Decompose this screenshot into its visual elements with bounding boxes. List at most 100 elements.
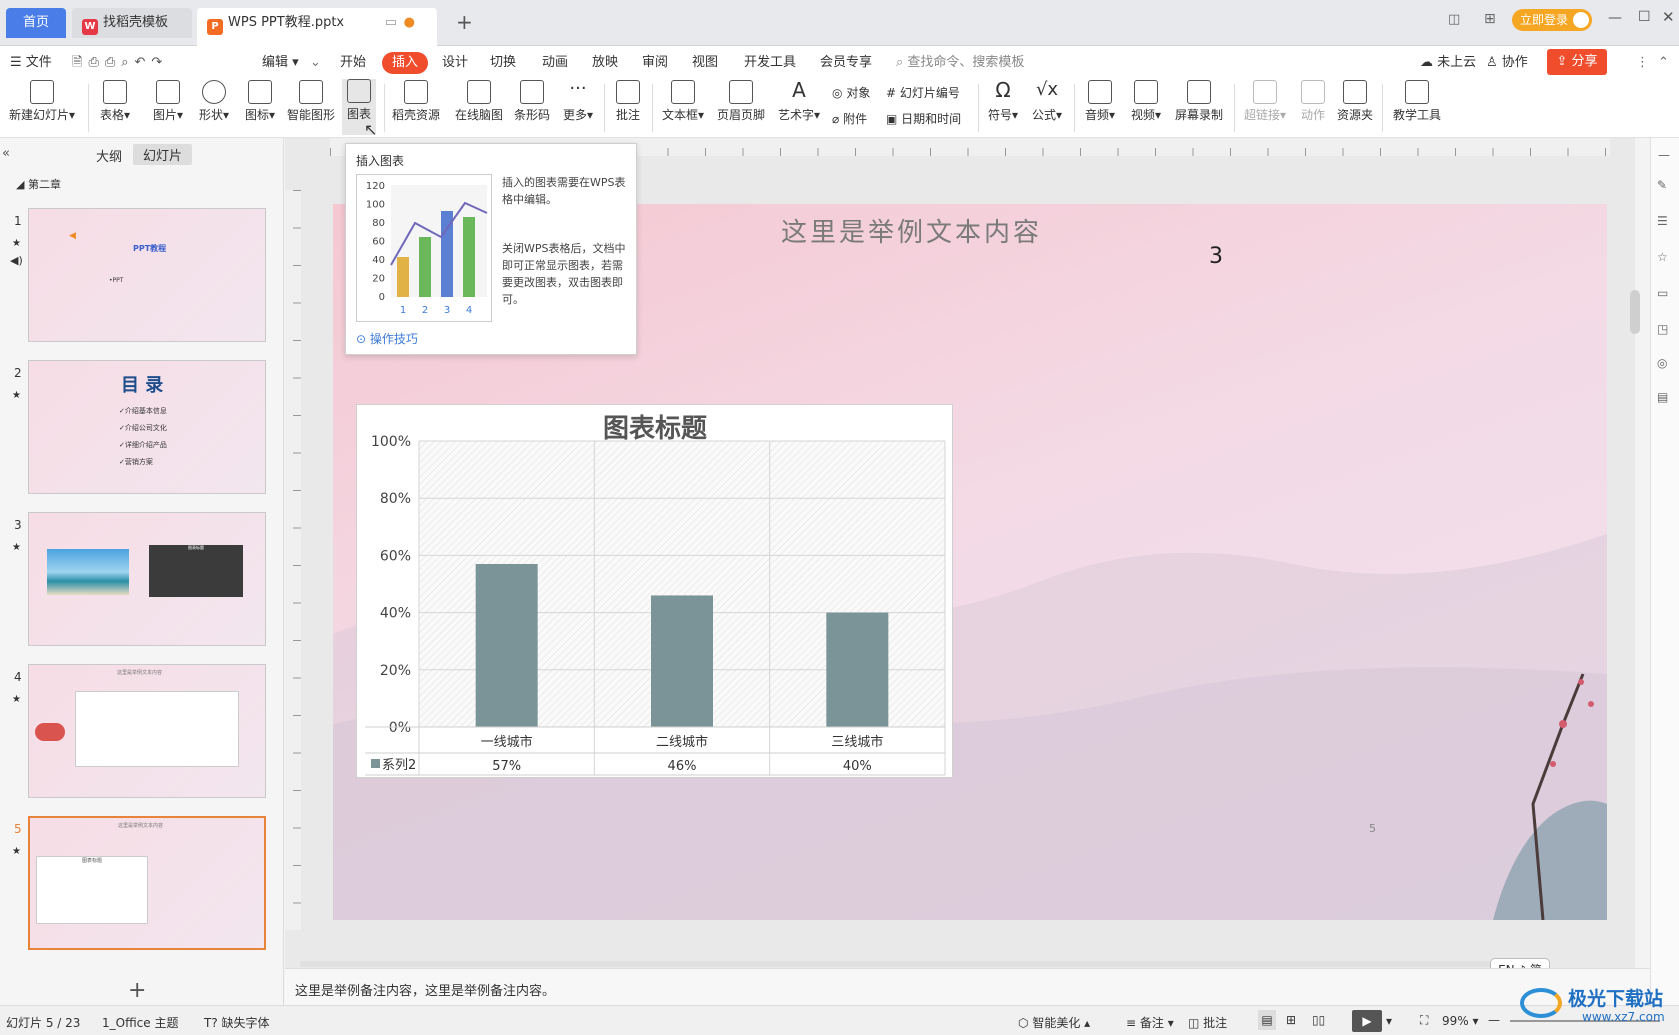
slide-number-text[interactable]: 3	[1209, 244, 1223, 269]
new-slide-icon	[30, 80, 54, 104]
zoom-level[interactable]: 99% ▾	[1442, 1014, 1479, 1028]
tab-insert[interactable]: 插入	[382, 52, 429, 74]
zoom-out-icon[interactable]: —	[1488, 1013, 1500, 1027]
new-slide-button[interactable]: 新建幻灯片▾	[6, 80, 78, 123]
attachment-button[interactable]: ⌀ 附件	[832, 110, 867, 127]
notes-text[interactable]: 这里是举例备注内容，这里是举例备注内容。	[295, 980, 555, 999]
vertical-scrollbar[interactable]	[1630, 290, 1640, 334]
new-tab-button[interactable]: +	[456, 10, 473, 34]
reading-view-icon[interactable]: ▯▯	[1312, 1013, 1325, 1027]
preview-x-tick: 4	[466, 305, 472, 316]
video-button[interactable]: 视频▾	[1128, 80, 1164, 123]
tab-document[interactable]: P WPS PPT教程.pptx ▭ ●	[197, 8, 437, 46]
grid-view-icon[interactable]: ⊞	[1286, 1013, 1296, 1027]
normal-view-icon[interactable]: ▤	[1258, 1010, 1276, 1030]
quick-access-icons[interactable]: 🗎⎙⎙⌕↶↷	[72, 52, 168, 74]
teaching-tools-button[interactable]: 教学工具	[1392, 80, 1442, 123]
header-footer-button[interactable]: 页眉页脚	[716, 80, 766, 123]
compass-icon[interactable]: ◎	[1657, 356, 1667, 370]
tab-animation[interactable]: 动画	[542, 52, 568, 74]
audio-button[interactable]: 音频▾	[1082, 80, 1118, 123]
smartart-button[interactable]: 智能图形	[286, 80, 336, 123]
comment-button[interactable]: 批注	[612, 80, 644, 123]
object-button[interactable]: ◎ 对象	[832, 84, 870, 101]
tab-outline[interactable]: 大纲	[96, 146, 122, 165]
wordart-icon: A	[792, 78, 806, 102]
tips-link[interactable]: ⊙ 操作技巧	[356, 330, 418, 347]
tab-transition[interactable]: 切换	[490, 52, 516, 74]
tab-review[interactable]: 审阅	[642, 52, 668, 74]
slide-thumbnail-4[interactable]: 这里是举例文本内容	[28, 664, 266, 798]
play-slideshow-button[interactable]: ▶	[1352, 1010, 1382, 1032]
chevron-down-icon[interactable]: ⌄	[310, 52, 321, 74]
star-icon[interactable]: ☆	[1657, 250, 1668, 264]
settings-sliders-icon[interactable]: ☰	[1657, 214, 1668, 228]
layout-icon[interactable]: ◫	[1448, 12, 1460, 27]
close-icon[interactable]: ✕	[1662, 8, 1675, 26]
tab-member[interactable]: 会员专享	[820, 52, 872, 74]
cloud-status[interactable]: ☁ 未上云	[1420, 52, 1476, 74]
edit-menu[interactable]: 编辑 ▾	[262, 52, 299, 74]
pin-icon[interactable]: ✎	[1657, 178, 1667, 192]
comment-toggle-button[interactable]: ◫ 批注	[1188, 1014, 1227, 1031]
tab-slideshow[interactable]: 放映	[592, 52, 618, 74]
maximize-icon[interactable]: ☐	[1638, 9, 1651, 25]
minus-icon[interactable]: —	[1658, 148, 1670, 162]
monitor-icon[interactable]: ▭	[385, 8, 397, 38]
tab-design[interactable]: 设计	[442, 52, 468, 74]
action-button[interactable]: 动作	[1298, 80, 1328, 123]
collapse-pane-icon[interactable]: «	[2, 146, 10, 161]
more-icon[interactable]: ⋮	[1636, 52, 1649, 74]
textbox-button[interactable]: 文本框▾	[660, 80, 706, 123]
horizontal-scrollbar[interactable]	[300, 961, 1500, 967]
search-box[interactable]: ⌕ 查找命令、搜索模板	[896, 52, 1024, 74]
barcode-button[interactable]: 条形码	[512, 80, 552, 123]
collab-button[interactable]: ♙ 协作	[1486, 52, 1528, 74]
bar-chart[interactable]: 100% 80% 60% 40% 20% 0% 一线城市 57% 二线城市 46% 三线城市 40% 系…	[356, 404, 953, 778]
datetime-button[interactable]: ▣ 日期和时间	[886, 110, 961, 127]
tab-start[interactable]: 开始	[340, 52, 366, 74]
slide-title[interactable]: 这里是举例文本内容	[781, 212, 1042, 249]
theme-name[interactable]: 1_Office 主题	[102, 1014, 178, 1031]
table-button[interactable]: 表格▾	[96, 80, 134, 123]
add-slide-button[interactable]: +	[128, 978, 146, 1003]
smart-beautify-button[interactable]: ⬡ 智能美化 ▴	[1018, 1014, 1090, 1031]
more-button[interactable]: ··· 更多▾	[560, 80, 596, 123]
section-header[interactable]: ◢ 第二章	[16, 176, 61, 192]
tab-developer[interactable]: 开发工具	[744, 52, 796, 74]
apps-grid-icon[interactable]: ⊞	[1484, 11, 1496, 27]
icon-button[interactable]: 图标▾	[242, 80, 278, 123]
wordart-button[interactable]: A 艺术字▾	[776, 80, 822, 123]
collapse-ribbon-icon[interactable]: ⌃	[1658, 52, 1669, 74]
notes-pane[interactable]: 这里是举例备注内容，这里是举例备注内容。	[285, 968, 1650, 1005]
comment-icon[interactable]: ▭	[1657, 286, 1668, 300]
screen-record-button[interactable]: 屏幕录制	[1174, 80, 1224, 123]
chevron-down-icon[interactable]: ▾	[1386, 1014, 1392, 1028]
docer-resource-button[interactable]: 稻壳资源	[390, 80, 442, 123]
notes-toggle-button[interactable]: ≡ 备注 ▾	[1126, 1014, 1174, 1031]
hyperlink-button[interactable]: 超链接▾	[1242, 80, 1288, 123]
share-button[interactable]: ⇪ 分享	[1547, 49, 1607, 75]
book-icon[interactable]: ▤	[1657, 390, 1668, 404]
slide-thumbnail-1[interactable]: ◀ PPT教程 •PPT	[28, 208, 266, 342]
formula-button[interactable]: √x 公式▾	[1030, 80, 1064, 123]
resource-folder-button[interactable]: 资源夹	[1336, 80, 1374, 123]
shape-button[interactable]: 形状▾	[196, 80, 232, 123]
slide-thumbnail-2[interactable]: 目 录 ✓介绍基本信息 ✓介绍公司文化 ✓详细介绍产品 ✓营销方案	[28, 360, 266, 494]
tab-view[interactable]: 视图	[692, 52, 718, 74]
tab-docer-template[interactable]: W 找稻壳模板	[72, 8, 192, 38]
minimize-icon[interactable]: —	[1608, 10, 1622, 26]
login-button[interactable]: 立即登录	[1512, 9, 1592, 31]
picture-button[interactable]: 图片▾	[150, 80, 186, 123]
missing-font-button[interactable]: T? 缺失字体	[204, 1014, 270, 1031]
slide-thumbnail-3[interactable]: 图表标题	[28, 512, 266, 646]
file-menu[interactable]: ☰ 文件	[10, 52, 52, 74]
slide-thumbnail-5[interactable]: 这里是举例文本内容 图表标题	[28, 816, 266, 950]
tab-slides[interactable]: 幻灯片	[133, 144, 193, 165]
symbol-button[interactable]: Ω 符号▾	[986, 80, 1020, 123]
robot-icon[interactable]: ◳	[1657, 322, 1668, 336]
fit-window-icon[interactable]: ⛶	[1420, 1013, 1428, 1028]
slide-number-button[interactable]: # 幻灯片编号	[886, 84, 960, 101]
tab-home[interactable]: 首页	[6, 8, 66, 38]
mindmap-button[interactable]: 在线脑图	[454, 80, 504, 123]
